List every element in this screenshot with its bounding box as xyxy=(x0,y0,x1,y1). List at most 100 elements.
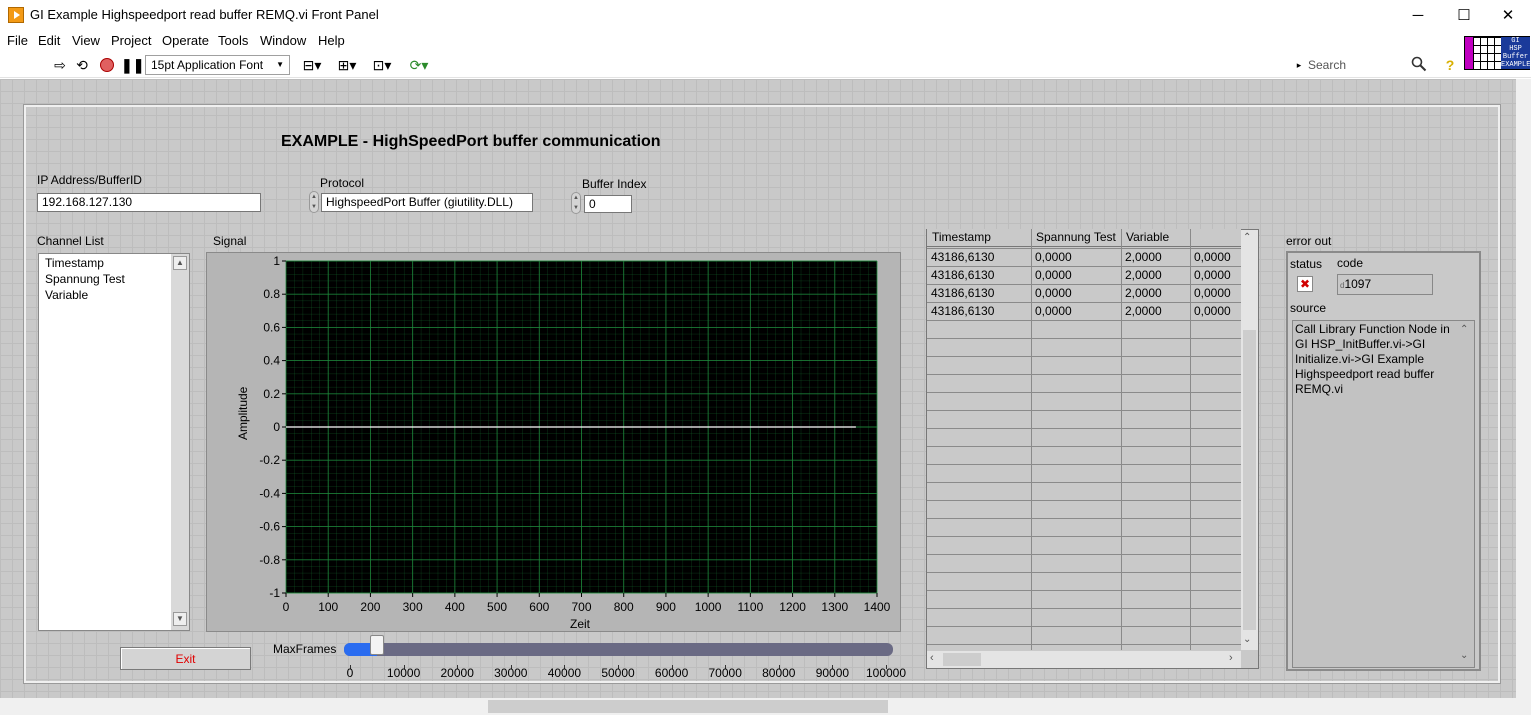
vi-icon: GI HSP Buffer EXAMPLE xyxy=(1464,36,1530,70)
table-cell: 2,0000 xyxy=(1125,250,1162,264)
close-button[interactable]: ✕ xyxy=(1485,0,1531,31)
table-row-divider xyxy=(927,320,1241,321)
menu-window[interactable]: Window xyxy=(260,33,306,48)
x-tick-label: 500 xyxy=(487,600,507,614)
window-title: GI Example Highspeedport read buffer REM… xyxy=(30,7,379,22)
align-icon[interactable]: ⊟▾ xyxy=(299,57,325,73)
list-item[interactable]: Variable xyxy=(45,288,88,302)
table-cell: 0,0000 xyxy=(1035,268,1072,282)
labview-app-icon xyxy=(8,7,24,23)
table-row-divider xyxy=(927,338,1241,339)
source-text: Call Library Function Node in GI HSP_Ini… xyxy=(1295,322,1450,396)
maxframes-slider-track[interactable] xyxy=(344,643,893,656)
ip-address-field[interactable]: 192.168.127.130 xyxy=(37,193,261,212)
listbox-scrollbar[interactable]: ▲ ▼ xyxy=(171,254,189,630)
slider-tick-label: 10000 xyxy=(386,666,421,680)
scroll-down-icon[interactable]: ▼ xyxy=(173,612,187,626)
buffer-index-label: Buffer Index xyxy=(582,177,647,191)
table-row-divider xyxy=(927,536,1241,537)
run-arrow-icon[interactable]: ⇨ xyxy=(52,57,68,73)
source-scrollbar[interactable]: ⌃ ⌄ xyxy=(1456,322,1473,666)
scroll-down-icon[interactable]: ⌄ xyxy=(1460,650,1468,661)
table-column-divider xyxy=(1031,229,1032,650)
channel-listbox[interactable]: Timestamp Spannung Test Variable xyxy=(38,253,190,631)
table-cell: 43186,6130 xyxy=(931,268,995,282)
buffer-index-field[interactable]: 0 xyxy=(584,195,632,213)
graph-y-axis-label: Amplitude xyxy=(236,386,250,440)
menu-operate[interactable]: Operate xyxy=(162,33,209,48)
table-cell: 0,0000 xyxy=(1194,250,1231,264)
table-column-divider xyxy=(1190,229,1191,650)
font-select-value: 15pt Application Font xyxy=(151,58,264,72)
table-column-divider xyxy=(1121,229,1122,650)
code-label: code xyxy=(1337,256,1364,270)
slider-tick-label: 20000 xyxy=(440,666,474,680)
resize-icon[interactable]: ⊡▾ xyxy=(369,57,395,73)
panel-vertical-scrollbar[interactable] xyxy=(1516,79,1531,698)
x-tick-label: 800 xyxy=(614,600,634,614)
x-tick-label: 100 xyxy=(318,600,338,614)
slider-tick-label: 30000 xyxy=(494,666,528,680)
slider-tick-label: 80000 xyxy=(762,666,796,680)
scroll-up-icon[interactable]: ⌃ xyxy=(1460,324,1468,335)
scroll-up-icon[interactable]: ⌃ xyxy=(1243,232,1251,243)
table-cell: 0,0000 xyxy=(1194,304,1231,318)
table-row-divider xyxy=(927,428,1241,429)
protocol-ring-arrows[interactable]: ▲ ▼ xyxy=(309,191,319,213)
scroll-up-icon[interactable]: ▲ xyxy=(173,256,187,270)
menu-project[interactable]: Project xyxy=(111,33,151,48)
reorder-icon[interactable]: ⟳▾ xyxy=(406,57,432,73)
menu-file[interactable]: File xyxy=(7,33,28,48)
distribute-icon[interactable]: ⊞▾ xyxy=(334,57,360,73)
slider-tick-label: 70000 xyxy=(708,666,742,680)
table-cell: 0,0000 xyxy=(1035,304,1072,318)
vi-icon-line3: Buffer xyxy=(1502,53,1529,61)
list-item[interactable]: Timestamp xyxy=(45,256,104,270)
table-header-cell: Variable xyxy=(1126,230,1170,244)
table-row-divider xyxy=(927,446,1241,447)
pause-icon[interactable]: ❚❚ xyxy=(121,57,144,73)
protocol-ring[interactable]: HighspeedPort Buffer (giutility.DLL) xyxy=(321,193,533,212)
y-tick-label: 0.2 xyxy=(263,387,280,401)
x-tick-label: 1000 xyxy=(695,600,722,614)
graph-x-axis-label: Zeit xyxy=(570,617,591,631)
scroll-right-icon[interactable]: › xyxy=(1229,652,1233,664)
ip-address-label: IP Address/BufferID xyxy=(37,173,142,187)
scroll-left-icon[interactable]: ‹ xyxy=(930,652,934,664)
table-cell: 43186,6130 xyxy=(931,286,995,300)
y-tick-label: -0.6 xyxy=(259,520,280,534)
menu-help[interactable]: Help xyxy=(318,33,345,48)
y-tick-label: 0.4 xyxy=(263,354,280,368)
search-icon[interactable] xyxy=(1411,56,1427,72)
help-icon[interactable]: ? xyxy=(1442,57,1458,73)
panel-horizontal-scroll-thumb[interactable] xyxy=(488,700,888,713)
menu-tools[interactable]: Tools xyxy=(218,33,248,48)
list-item[interactable]: Spannung Test xyxy=(45,272,125,286)
vi-icon-line4: EXAMPLE xyxy=(1501,61,1531,69)
minimize-button[interactable]: ─ xyxy=(1395,0,1441,31)
slider-tick-label: 100000 xyxy=(865,666,907,680)
abort-icon[interactable] xyxy=(99,57,115,73)
table-cell: 2,0000 xyxy=(1125,268,1162,282)
slider-tick-label: 60000 xyxy=(654,666,689,680)
table-vertical-scrollbar[interactable]: ⌃ ⌄ xyxy=(1241,230,1258,650)
menu-edit[interactable]: Edit xyxy=(38,33,60,48)
maximize-button[interactable]: ☐ xyxy=(1441,0,1487,31)
table-scroll-thumb[interactable] xyxy=(1243,330,1256,630)
x-tick-label: 400 xyxy=(445,600,465,614)
scroll-down-icon[interactable]: ⌄ xyxy=(1243,634,1251,645)
buffer-index-stepper[interactable]: ▲ ▼ xyxy=(571,192,581,214)
vi-icon-line1: GI xyxy=(1511,37,1520,45)
table-row-divider xyxy=(927,644,1241,645)
menu-view[interactable]: View xyxy=(72,33,100,48)
table-row-divider xyxy=(927,410,1241,411)
chevron-down-icon: ▼ xyxy=(276,60,284,69)
font-select[interactable]: 15pt Application Font ▼ xyxy=(145,55,290,75)
table-header-cell: Spannung Test xyxy=(1036,230,1116,244)
table-cell: 43186,6130 xyxy=(931,250,995,264)
table-row-divider xyxy=(927,608,1241,609)
table-row-divider xyxy=(927,248,1241,249)
run-continuously-icon[interactable]: ⟲ xyxy=(74,57,90,73)
table-row-divider xyxy=(927,374,1241,375)
maxframes-slider-thumb[interactable] xyxy=(369,635,384,655)
